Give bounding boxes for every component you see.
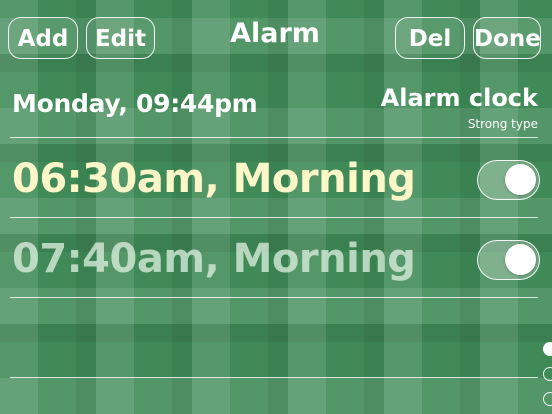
divider: [10, 137, 538, 138]
divider: [10, 217, 538, 218]
page-indicator-dot[interactable]: [543, 367, 552, 381]
current-date-time: Monday, 09:44pm: [12, 89, 258, 118]
add-button[interactable]: Add: [8, 17, 78, 59]
alarm-label: 07:40am, Morning: [12, 236, 416, 282]
alarm-mode-title[interactable]: Alarm clock: [381, 82, 538, 114]
alarm-label: 06:30am, Morning: [12, 156, 416, 202]
page-indicator-dot[interactable]: [543, 392, 552, 406]
toggle-knob: [505, 164, 536, 195]
toggle-knob: [505, 244, 536, 275]
page-title: Alarm: [230, 18, 320, 49]
alarm-toggle[interactable]: [477, 160, 540, 200]
divider: [10, 297, 538, 298]
divider: [10, 377, 538, 378]
alarm-mode-subtitle: Strong type: [467, 117, 538, 131]
alarm-toggle[interactable]: [477, 240, 540, 280]
done-button[interactable]: Done: [473, 17, 541, 59]
page-indicator-dot[interactable]: [543, 342, 552, 356]
alarm-row[interactable]: 07:40am, Morning: [0, 219, 552, 299]
alarm-row[interactable]: 06:30am, Morning: [0, 139, 552, 219]
edit-button[interactable]: Edit: [86, 17, 155, 59]
delete-button[interactable]: Del: [395, 17, 465, 59]
